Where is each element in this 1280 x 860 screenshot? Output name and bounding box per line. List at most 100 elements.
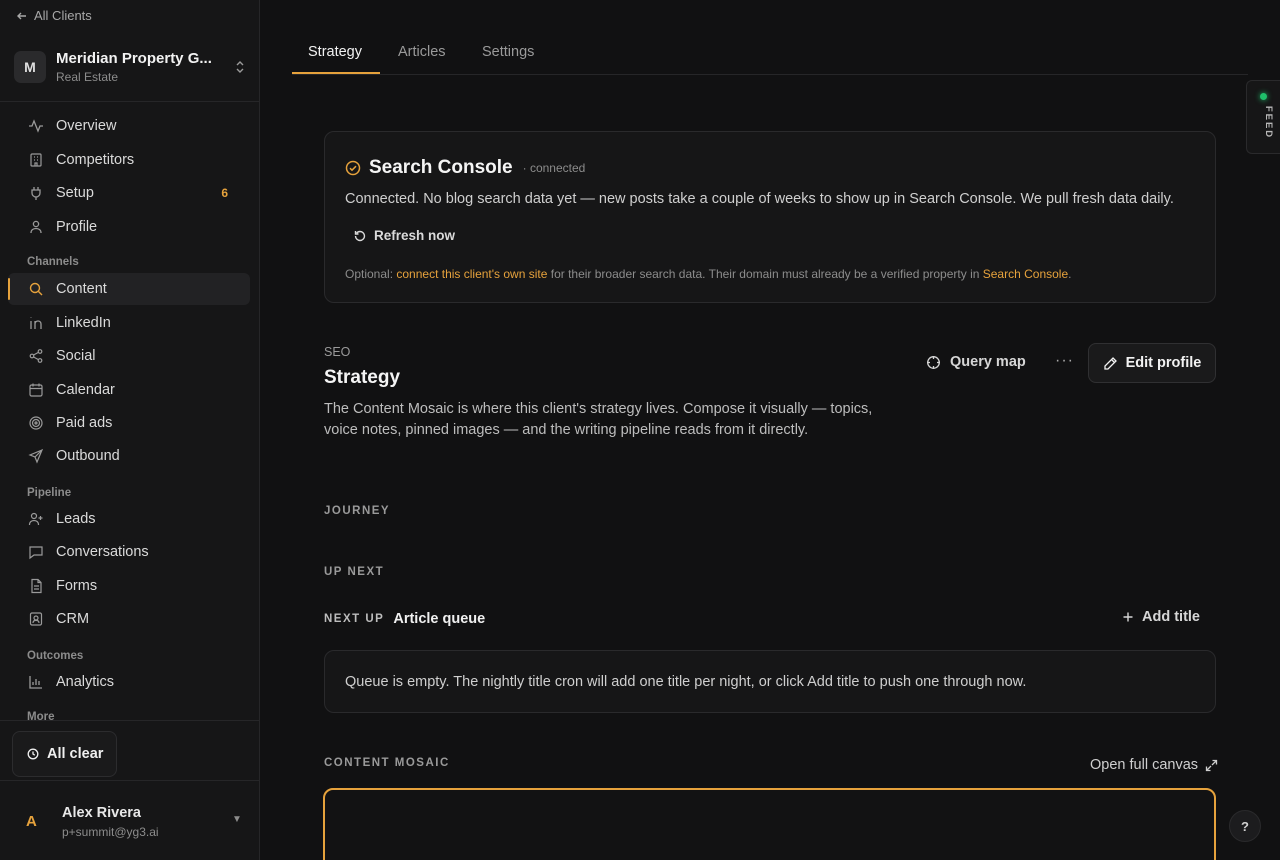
clock-icon	[27, 748, 39, 760]
connection-status: · connected	[522, 161, 586, 175]
nav-label: Overview	[56, 118, 117, 134]
user-menu[interactable]: A Alex Rivera p+summit@yg3.ai ▼	[0, 780, 259, 860]
nav-label: Paid ads	[56, 415, 113, 431]
nav-label: LinkedIn	[56, 315, 111, 331]
calendar-icon	[28, 382, 44, 398]
target-icon	[28, 415, 44, 431]
nav-label: Competitors	[56, 152, 135, 168]
refresh-label: Refresh now	[374, 228, 456, 243]
note-suffix: .	[1068, 267, 1072, 281]
nav-label: Content	[56, 281, 107, 297]
nav-label: Outbound	[56, 448, 120, 464]
nav-item-analytics[interactable]: Analytics	[8, 666, 250, 698]
all-clear-button[interactable]: All clear	[12, 731, 117, 777]
more-options-button[interactable]: ···	[1055, 352, 1074, 370]
all-clients-link[interactable]: All Clients	[16, 8, 92, 23]
nav-item-calendar[interactable]: Calendar	[8, 374, 250, 406]
query-map-button[interactable]: Query map	[926, 354, 1026, 370]
open-canvas-label: Open full canvas	[1090, 757, 1199, 773]
nav-item-overview[interactable]: Overview	[8, 110, 250, 142]
nav-item-linkedin[interactable]: LinkedIn	[8, 307, 250, 339]
nav-item-social[interactable]: Social	[8, 340, 250, 372]
plus-icon	[1122, 611, 1134, 623]
bar-chart-icon	[28, 674, 44, 690]
help-button[interactable]: ?	[1229, 810, 1261, 842]
user-avatar: A	[26, 813, 37, 830]
setup-badge: 6	[221, 186, 228, 200]
open-full-canvas-button[interactable]: Open full canvas	[1090, 757, 1218, 773]
article-queue-card: Queue is empty. The nightly title cron w…	[324, 650, 1216, 713]
search-console-title: Search Console	[369, 157, 513, 178]
nav-item-conversations[interactable]: Conversations	[8, 536, 250, 568]
check-circle-icon	[345, 160, 361, 176]
nav-item-leads[interactable]: Leads	[8, 503, 250, 535]
section-label-channels: Channels	[27, 256, 79, 268]
active-tab-indicator	[292, 72, 380, 74]
tab-settings[interactable]: Settings	[482, 44, 534, 60]
search-console-link[interactable]: Search Console	[983, 267, 1068, 281]
nav-label: CRM	[56, 611, 90, 627]
add-title-button[interactable]: Add title	[1122, 609, 1200, 625]
search-console-description: Connected. No blog search data yet — new…	[345, 191, 1174, 207]
edit-profile-button[interactable]: Edit profile	[1088, 343, 1216, 383]
up-next-heading: UP NEXT	[324, 566, 385, 578]
send-icon	[28, 448, 44, 464]
query-map-label: Query map	[950, 354, 1026, 370]
section-label-pipeline: Pipeline	[27, 487, 72, 499]
pencil-icon	[1103, 356, 1118, 371]
nav-item-crm[interactable]: CRM	[8, 603, 250, 635]
user-icon	[28, 219, 44, 235]
tab-strategy[interactable]: Strategy	[308, 44, 362, 60]
section-label-outcomes: Outcomes	[27, 650, 84, 662]
search-console-note: Optional: connect this client's own site…	[345, 267, 1071, 281]
nav-item-paid-ads[interactable]: Paid ads	[8, 407, 250, 439]
next-up-row: NEXT UP Article queue	[324, 611, 485, 627]
expand-icon	[1205, 759, 1218, 772]
nav-item-competitors[interactable]: Competitors	[8, 144, 250, 176]
feed-label: FEED	[1263, 105, 1275, 140]
nav-item-outbound[interactable]: Outbound	[8, 440, 250, 472]
nav-label: Leads	[56, 511, 96, 527]
arrow-left-icon	[16, 10, 28, 22]
tab-bar: Strategy Articles Settings	[292, 0, 1248, 75]
search-console-card: Search Console · connected Connected. No…	[324, 131, 1216, 303]
nav-label: Social	[56, 348, 96, 364]
status-area: All clear	[0, 720, 259, 780]
all-clear-label: All clear	[47, 746, 104, 762]
sidebar: All Clients M Meridian Property G... Rea…	[0, 0, 260, 860]
nav-label: Profile	[56, 219, 98, 235]
note-prefix: Optional:	[345, 267, 397, 281]
content-mosaic-heading: CONTENT MOSAIC	[324, 757, 450, 769]
nav-item-content[interactable]: Content	[8, 273, 250, 305]
nav-label: Forms	[56, 578, 98, 594]
nav-item-profile[interactable]: Profile	[8, 211, 250, 243]
document-icon	[28, 578, 44, 594]
nav-label: Conversations	[56, 544, 149, 560]
feed-toggle[interactable]: FEED	[1246, 80, 1280, 154]
client-avatar: M	[14, 51, 46, 83]
sidebar-divider	[0, 101, 259, 102]
connect-own-site-link[interactable]: connect this client's own site	[396, 267, 547, 281]
content-mosaic-canvas[interactable]	[323, 788, 1216, 860]
activity-icon	[28, 118, 44, 134]
nav-label: Analytics	[56, 674, 115, 690]
strategy-description: The Content Mosaic is where this client'…	[324, 401, 873, 438]
client-name: Meridian Property G...	[56, 50, 212, 67]
next-up-tag: NEXT UP	[324, 613, 385, 625]
user-email: p+summit@yg3.ai	[62, 825, 159, 839]
all-clients-label: All Clients	[34, 8, 92, 23]
client-switcher[interactable]: M Meridian Property G... Real Estate	[14, 44, 246, 90]
page-title: Strategy	[324, 367, 401, 388]
add-title-label: Add title	[1142, 609, 1200, 625]
tab-articles[interactable]: Articles	[398, 44, 446, 60]
search-icon	[28, 281, 44, 297]
message-icon	[28, 544, 44, 560]
live-status-dot	[1260, 93, 1267, 100]
queue-empty-message: Queue is empty. The nightly title cron w…	[345, 674, 1027, 690]
user-plus-icon	[28, 511, 44, 527]
nav-item-forms[interactable]: Forms	[8, 570, 250, 602]
note-middle: for their broader search data. Their dom…	[547, 267, 983, 281]
nav-item-setup[interactable]: Setup 6	[8, 177, 250, 209]
client-industry: Real Estate	[56, 70, 119, 84]
refresh-now-button[interactable]: Refresh now	[353, 228, 455, 243]
